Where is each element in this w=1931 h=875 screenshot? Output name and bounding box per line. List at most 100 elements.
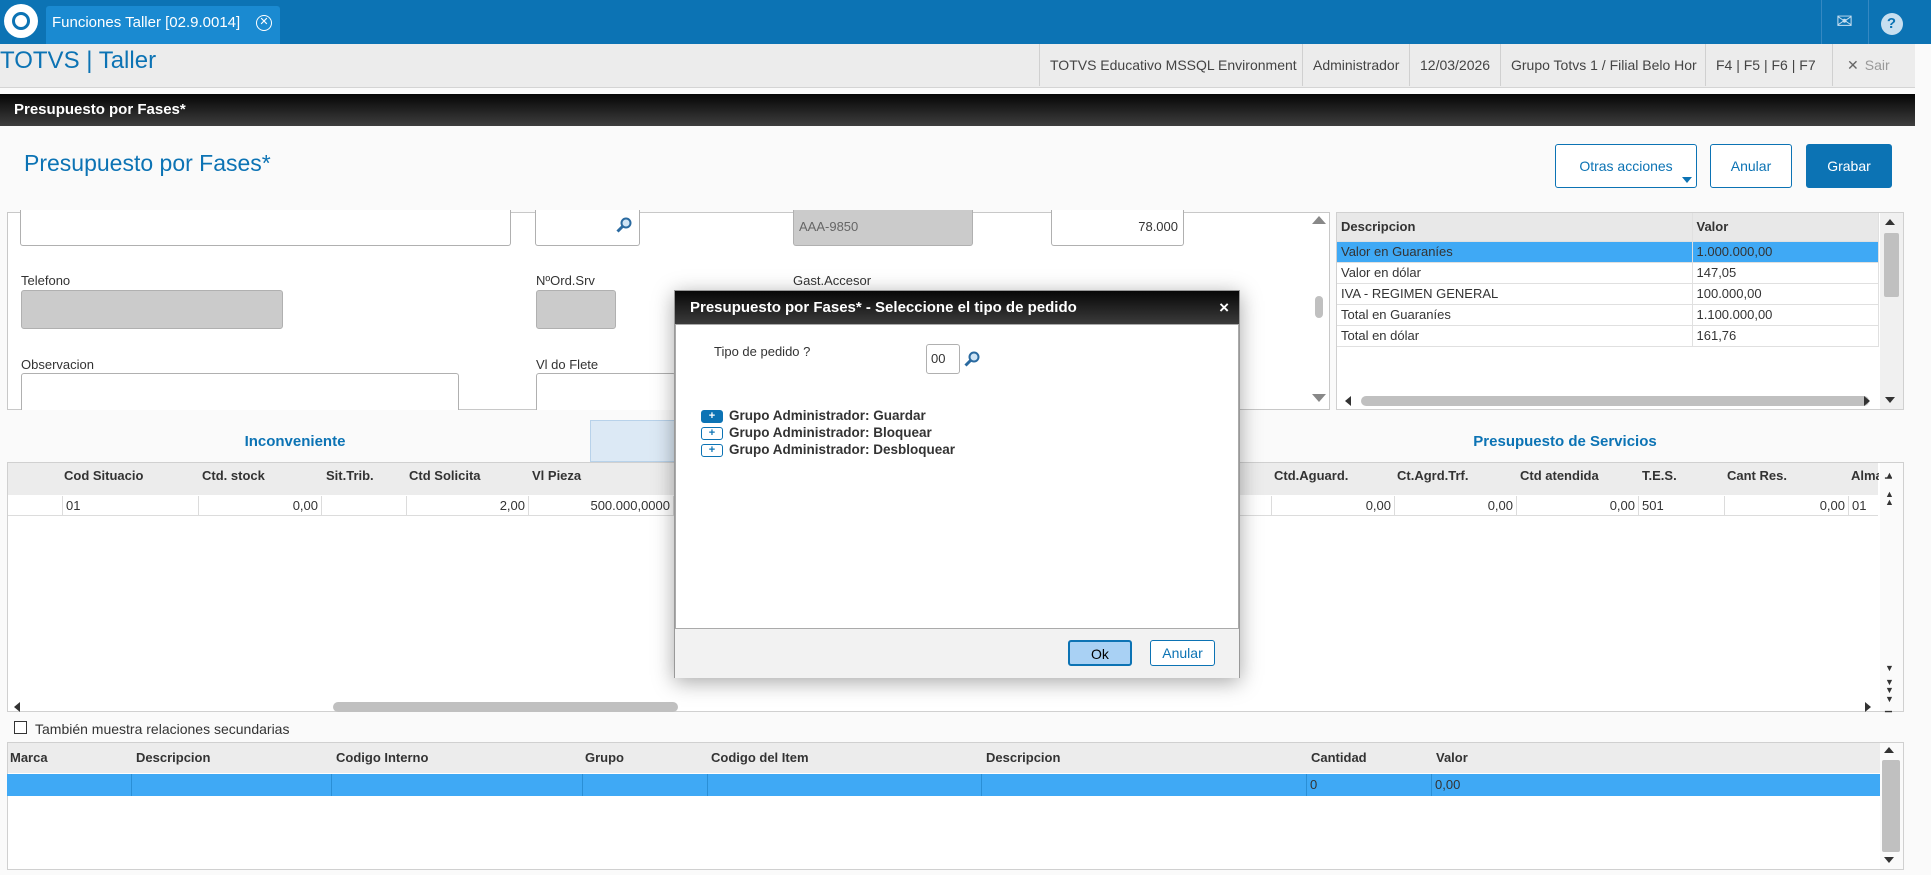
col-sit-trib[interactable]: Sit.Trib.	[326, 468, 374, 483]
scroll-page-up-icon[interactable]: ▲ ▲	[1885, 490, 1894, 507]
tab-inconveniente[interactable]: Inconveniente	[185, 422, 405, 462]
table-cell: 0,00	[1435, 777, 1461, 792]
totvs-logo-icon[interactable]	[4, 4, 38, 38]
environment-button[interactable]: TOTVS Educativo MSSQL Environment	[1039, 44, 1302, 86]
scroll-up-icon[interactable]	[1884, 747, 1894, 753]
col-ct-agrd-trf[interactable]: Ct.Agrd.Trf.	[1397, 468, 1469, 483]
col-grupo[interactable]: Grupo	[585, 750, 624, 765]
exit-button[interactable]: ✕ Sair	[1832, 44, 1915, 86]
col-ctd-aguard[interactable]: Ctd.Aguard.	[1274, 468, 1348, 483]
scroll-down-icon[interactable]	[1884, 857, 1894, 863]
expand-icon[interactable]: +	[701, 426, 723, 440]
branch-button[interactable]: Grupo Totvs 1 / Filial Belo Hor	[1500, 44, 1705, 86]
scroll-bottom-icon[interactable]: ▼ ▁	[1885, 695, 1894, 712]
mail-icon[interactable]: ✉	[1821, 0, 1867, 44]
table-cell	[132, 774, 332, 796]
table-cell: 2,00	[407, 496, 529, 516]
telefono-label: Telefono	[21, 273, 71, 288]
col-codigo-interno[interactable]: Codigo Interno	[336, 750, 428, 765]
vlflete-field[interactable]	[536, 373, 676, 410]
col-alma[interactable]: Alma	[1851, 468, 1879, 483]
scroll-left-icon[interactable]	[14, 702, 20, 712]
col-ctd-atendida[interactable]: Ctd atendida	[1520, 468, 1599, 483]
table-cell: 500.000,0000	[529, 496, 674, 516]
app-title: TOTVS | Taller	[0, 47, 157, 74]
tree-item-guardar[interactable]: + Grupo Administrador: Guardar	[701, 408, 926, 423]
col-codigo-item[interactable]: Codigo del Item	[711, 750, 809, 765]
summary-cell: 1.000.000,00	[1692, 241, 1879, 263]
col-valor[interactable]: Valor	[1436, 750, 1468, 765]
table-cell	[982, 774, 1307, 796]
summary-cell: Total en Guaraníes	[1337, 304, 1693, 326]
date-button[interactable]: 12/03/2026	[1409, 44, 1500, 86]
scroll-right-icon[interactable]	[1864, 396, 1870, 406]
tree-item-bloquear[interactable]: + Grupo Administrador: Bloquear	[701, 425, 932, 440]
expand-icon[interactable]: +	[701, 443, 723, 457]
help-icon[interactable]: ?	[1868, 0, 1914, 44]
user-button[interactable]: Administrador	[1302, 44, 1409, 86]
expand-icon[interactable]: +	[701, 409, 723, 423]
tab-active[interactable]	[590, 420, 676, 462]
form-scroll-thumb[interactable]	[1315, 296, 1323, 318]
grid2-header-row	[8, 743, 1881, 773]
close-tab-icon[interactable]: ✕	[256, 15, 272, 31]
col-cod-situacio[interactable]: Cod Situacio	[64, 468, 143, 483]
dialog-title-bar: Presupuesto por Fases* - Seleccione el t…	[675, 291, 1239, 324]
summary-row[interactable]: Total en Guaraníes 1.100.000,00	[1337, 304, 1879, 326]
grid2-vscroll-thumb[interactable]	[1882, 760, 1900, 852]
col-cantidad[interactable]: Cantidad	[1311, 750, 1367, 765]
amount-field[interactable]: 78.000	[1051, 210, 1184, 246]
telefono-field	[21, 290, 283, 329]
summary-row[interactable]: IVA - REGIMEN GENERAL 100.000,00	[1337, 283, 1879, 305]
col-ctd-stock[interactable]: Ctd. stock	[202, 468, 265, 483]
col-vl-pieza[interactable]: Vl Pieza	[532, 468, 581, 483]
summary-vscroll-thumb[interactable]	[1884, 233, 1899, 297]
magnifier-icon[interactable]	[964, 351, 980, 367]
grid-vscroll[interactable]: ▲ ▔ ▲ ▲ ▼ ▼ ▼ ▼ ▁	[1880, 463, 1903, 712]
col-cant-res[interactable]: Cant Res.	[1727, 468, 1787, 483]
observacion-field[interactable]	[21, 373, 459, 410]
summary-row[interactable]: Total en dólar 161,76	[1337, 325, 1879, 347]
other-actions-button[interactable]: Otras acciones	[1555, 144, 1697, 188]
save-button[interactable]: Grabar	[1806, 144, 1892, 188]
top-bar	[0, 0, 1931, 44]
col-marca[interactable]: Marca	[10, 750, 48, 765]
scroll-top-icon[interactable]: ▲ ▔	[1885, 471, 1894, 488]
grid2-vscroll[interactable]	[1880, 743, 1903, 869]
table-cell: 0,00	[199, 496, 322, 516]
customer-field[interactable]	[20, 210, 511, 246]
scroll-down-icon[interactable]	[1885, 397, 1895, 403]
scroll-down-icon[interactable]: ▼	[1885, 663, 1894, 673]
summary-cell: 1.100.000,00	[1692, 304, 1879, 326]
scroll-up-icon[interactable]	[1885, 219, 1895, 225]
scroll-left-icon[interactable]	[1345, 396, 1351, 406]
tree-item-desbloquear[interactable]: + Grupo Administrador: Desbloquear	[701, 442, 955, 457]
summary-cell: IVA - REGIMEN GENERAL	[1337, 283, 1693, 305]
ok-button[interactable]: Ok	[1068, 640, 1132, 666]
col-descripcion-2[interactable]: Descripcion	[986, 750, 1060, 765]
scroll-right-icon[interactable]	[1865, 702, 1871, 712]
summary-row[interactable]: Valor en Guaraníes 1.000.000,00	[1337, 241, 1879, 263]
tab-funciones-taller[interactable]: Funciones Taller [02.9.0014] ✕	[46, 6, 280, 44]
scroll-up-icon[interactable]	[1312, 216, 1326, 224]
grid-hscroll-thumb[interactable]	[333, 702, 678, 712]
col-descripcion[interactable]: Descripcion	[136, 750, 210, 765]
order-type-field[interactable]: 00	[926, 344, 960, 374]
summary-row[interactable]: Valor en dólar 147,05	[1337, 262, 1879, 284]
close-icon[interactable]: ×	[1219, 291, 1229, 324]
table-cell: 01	[63, 496, 199, 516]
magnifier-icon[interactable]	[616, 217, 632, 233]
cancel-button[interactable]: Anular	[1710, 144, 1792, 188]
table-cell: 0,00	[1725, 496, 1849, 516]
scroll-page-down-icon[interactable]: ▼ ▼	[1885, 678, 1894, 695]
shortcuts-button[interactable]: F4 | F5 | F6 | F7	[1705, 44, 1832, 86]
summary-table: Descripcion Valor Valor en Guaraníes 1.00…	[1336, 212, 1904, 410]
scroll-down-icon[interactable]	[1312, 394, 1326, 402]
col-tes[interactable]: T.E.S.	[1642, 468, 1677, 483]
summary-hscroll-thumb[interactable]	[1361, 396, 1869, 406]
col-ctd-solicita[interactable]: Ctd Solicita	[409, 468, 481, 483]
secondary-relations-checkbox[interactable]	[14, 721, 27, 734]
cancel-dialog-button[interactable]: Anular	[1150, 640, 1215, 666]
tab-presupuesto-servicios[interactable]: Presupuesto de Servicios	[1410, 422, 1720, 462]
summary-header-value: Valor	[1692, 213, 1879, 242]
